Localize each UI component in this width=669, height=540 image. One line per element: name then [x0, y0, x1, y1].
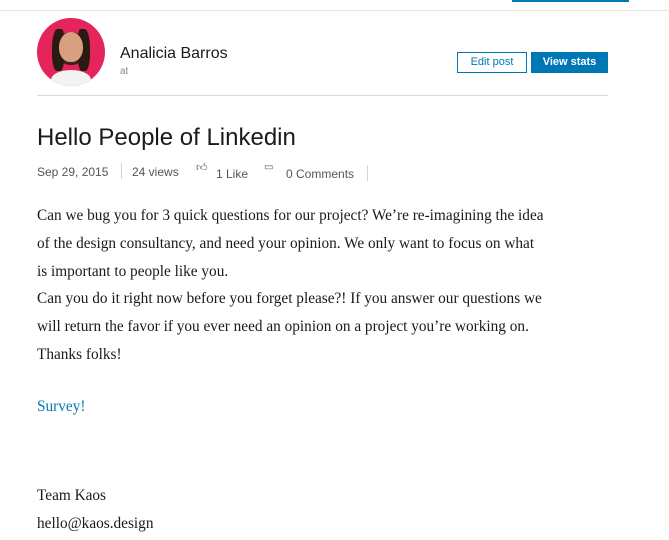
signature-name: Team Kaos: [37, 487, 107, 504]
post-title: Hello People of Linkedin: [37, 124, 296, 151]
view-stats-button[interactable]: View stats: [531, 52, 608, 73]
body-line: will return the favor if you ever need a…: [37, 318, 529, 336]
active-nav-indicator: [512, 0, 629, 2]
body-line: Thanks folks!: [37, 345, 122, 363]
post-views[interactable]: 24 views: [132, 165, 179, 179]
signature: Team Kaos hello@kaos.design: [37, 482, 153, 538]
author-name[interactable]: Analicia Barros: [120, 45, 228, 63]
edit-post-button[interactable]: Edit post: [457, 52, 527, 73]
meta-divider: [121, 163, 122, 179]
body-line: Can we bug you for 3 quick questions for…: [37, 207, 544, 224]
author-headline: at: [120, 66, 129, 77]
header-divider: [37, 95, 608, 96]
post-body: Can we bug you for 3 quick questions for…: [37, 202, 637, 369]
comment-icon[interactable]: ▭: [264, 162, 273, 173]
post-author-header: Analicia Barros at Edit post View stats: [37, 18, 608, 96]
body-line: of the design consultancy, and need your…: [37, 234, 535, 252]
post-comments[interactable]: 0 Comments: [286, 167, 354, 181]
survey-link[interactable]: Survey!: [37, 398, 85, 416]
meta-divider: [367, 165, 368, 181]
top-divider: [0, 10, 669, 11]
author-avatar[interactable]: [37, 18, 105, 86]
body-line: is important to people like you.: [37, 262, 229, 280]
thumbs-up-icon[interactable]: 👍︎: [196, 161, 208, 174]
post-likes[interactable]: 1 Like: [216, 167, 248, 181]
post-date: Sep 29, 2015: [37, 165, 109, 179]
signature-email: hello@kaos.design: [37, 515, 154, 532]
body-line: Can you do it right now before you forge…: [37, 290, 542, 308]
